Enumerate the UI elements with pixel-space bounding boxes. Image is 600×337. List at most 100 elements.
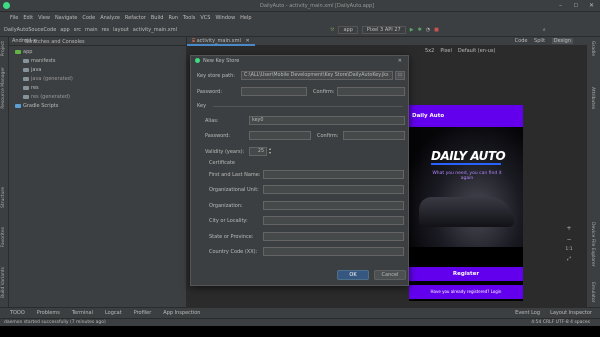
first-last-name-label: First and Last Name: [209,172,261,178]
menu-view[interactable]: View [38,15,50,21]
tree-java[interactable]: java [23,67,41,73]
hammer-icon[interactable]: ⚒ [330,27,334,33]
debug-icon[interactable]: ✱ [418,27,422,33]
menu-window[interactable]: Window [215,15,235,21]
validity-stepper-icon[interactable]: ▴ ▾ [269,147,271,155]
strip-attributes[interactable]: Attributes [590,87,595,109]
menu-vcs[interactable]: VCS [200,15,210,21]
menu-file[interactable]: File [10,15,18,21]
project-panel: Android ▾ app manifests java java (gener… [9,37,187,307]
tree-gradle-scripts[interactable]: Gradle Scripts [15,103,58,109]
editor-tabs: ⌸ activity_main.xml ✕ Code Split Design [187,37,587,46]
confirm-input[interactable] [337,87,405,96]
zoom-out-icon[interactable]: − [564,236,574,243]
close-button[interactable]: ✕ [589,2,594,9]
device-select[interactable]: Pixel 3 API 27 [361,25,406,34]
run-config-select[interactable]: app [338,25,358,34]
menu-tools[interactable]: Tools [183,15,195,21]
key-confirm-label: Confirm: [317,133,339,139]
tab-problems[interactable]: Problems [37,310,60,316]
organizational-unit-input[interactable] [263,185,404,194]
strip-project[interactable]: Project [1,41,6,56]
search-icon[interactable]: ⌕ [543,27,546,33]
tab-event-log[interactable]: Event Log [515,310,540,316]
city-locality-input[interactable] [263,216,404,225]
theme-select[interactable]: Default (en-us) [458,48,496,54]
mode-design[interactable]: Design [551,38,573,44]
menu-build[interactable]: Build [151,15,164,21]
zoom-ratio-icon[interactable]: 1:1 [564,247,574,252]
run-icon[interactable]: ▶ [410,27,414,33]
tab-app-inspection[interactable]: App Inspection [163,310,200,316]
menu-edit[interactable]: Edit [23,15,33,21]
state-province-input[interactable] [263,232,404,241]
folder-icon [23,94,29,99]
register-button[interactable]: Register [409,267,523,281]
logo-text: DAILY AUTO [431,149,506,163]
menu-refactor[interactable]: Refactor [125,15,146,21]
breadcrumb-res[interactable]: res [102,27,110,33]
password-input[interactable] [241,87,307,96]
stop-icon[interactable]: ■ [434,27,439,33]
breadcrumb-project[interactable]: DailyAutoSouceCode [4,27,56,33]
menu-navigate[interactable]: Navigate [55,15,77,21]
cancel-button[interactable]: Cancel [374,270,406,280]
device-preview: Daily Auto DAILY AUTO What you need, you… [409,105,523,301]
zoom-fit-icon[interactable]: ⤢ [564,256,574,262]
tab-activity-main[interactable]: ⌸ activity_main.xml ✕ [187,37,255,46]
validity-input[interactable]: 25 [249,147,267,156]
strip-favorites[interactable]: Favorites [1,227,6,247]
menu-code[interactable]: Code [82,15,95,21]
minimize-button[interactable]: – [559,2,562,9]
tree-manifests[interactable]: manifests [23,58,56,64]
tab-profiler[interactable]: Profiler [134,310,152,316]
country-code-label: Country Code (XX): [209,249,258,255]
strip-build-variants[interactable]: Build Variants [1,267,6,298]
zoom-in-icon[interactable]: + [564,225,574,232]
tree-app[interactable]: app [15,49,32,55]
mode-split[interactable]: Split [534,38,545,44]
tab-todo[interactable]: TODO [10,310,25,316]
menu-analyze[interactable]: Analyze [100,15,120,21]
tree-res-generated[interactable]: res (generated) [23,94,70,100]
menu-run[interactable]: Run [168,15,178,21]
first-last-name-input[interactable] [263,170,404,179]
dialog-close-icon[interactable]: ✕ [398,58,402,64]
folder-browse-icon[interactable]: ▭ [395,71,405,80]
ok-button[interactable]: OK [337,270,369,280]
keystore-path-input[interactable]: C:\ALL\User\Mobile Development\Key Store… [241,71,393,80]
tree-res[interactable]: res [23,85,39,91]
gradle-icon [15,103,21,108]
tab-terminal[interactable]: Terminal [72,310,93,316]
status-right[interactable]: 4:54 CRLF UTF-8 4 spaces [531,320,590,325]
tab-scratches[interactable]: Scratches and Consoles [25,39,85,45]
login-prompt[interactable]: Have you already registered? Login [409,285,523,299]
tab-close-icon[interactable]: ✕ [245,38,249,44]
breadcrumb-src[interactable]: src [74,27,81,33]
organization-input[interactable] [263,201,404,210]
strip-gradle[interactable]: Gradle [590,41,595,56]
maximize-button[interactable]: ☐ [574,3,578,9]
breadcrumb-app[interactable]: app [60,27,69,33]
strip-structure[interactable]: Structure [1,187,6,208]
breadcrumb-file[interactable]: activity_main.xml [133,27,177,33]
strip-resource-manager[interactable]: Resource Manager [1,67,6,109]
tab-layout-inspector[interactable]: Layout Inspector [550,310,592,316]
breadcrumb-layout[interactable]: layout [113,27,129,33]
breadcrumb-main[interactable]: main [85,27,98,33]
strip-emulator[interactable]: Emulator [590,282,595,302]
certificate-label: Certificate [209,160,235,166]
tree-java-generated[interactable]: java (generated) [23,76,73,82]
folder-icon [23,67,29,72]
key-confirm-input[interactable] [343,131,405,140]
menu-help[interactable]: Help [240,15,251,21]
key-password-input[interactable] [249,131,311,140]
mode-code[interactable]: Code [515,38,528,44]
strip-device-file-explorer[interactable]: Device File Explorer [590,222,595,267]
alias-input[interactable]: key0 [249,116,405,125]
zoom-select[interactable]: 5x2 [425,48,434,54]
country-code-input[interactable] [263,247,404,256]
profile-icon[interactable]: ◔ [426,27,430,33]
tab-logcat[interactable]: Logcat [105,310,122,316]
pixel-select[interactable]: Pixel [440,48,452,54]
